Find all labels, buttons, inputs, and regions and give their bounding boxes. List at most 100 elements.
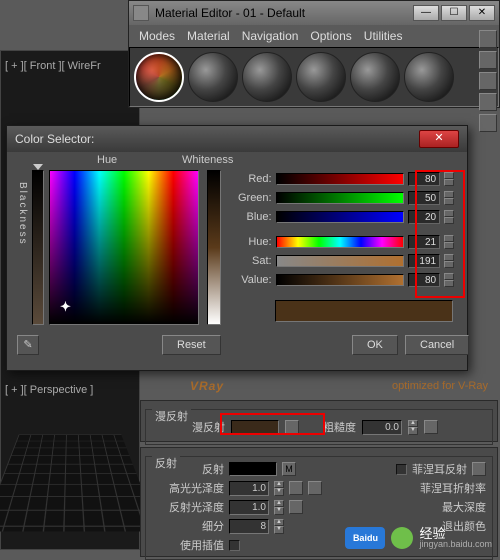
use-interp-checkbox[interactable]: [229, 540, 240, 551]
menu-utilities[interactable]: Utilities: [364, 29, 403, 43]
hue-label: Hue: [97, 154, 117, 166]
material-slot-4[interactable]: [296, 52, 346, 102]
vray-header: VRay optimized for V-Ray: [140, 375, 498, 397]
menu-navigation[interactable]: Navigation: [242, 29, 299, 43]
diffuse-map-button[interactable]: [285, 420, 299, 434]
value-label: Value:: [232, 274, 272, 286]
sat-spinner[interactable]: [444, 254, 454, 268]
hue-value[interactable]: 21: [408, 235, 440, 249]
material-slot-1[interactable]: [134, 52, 184, 102]
reset-button[interactable]: Reset: [162, 335, 221, 355]
roughness-map-button[interactable]: [424, 420, 438, 434]
reflect-gloss-spinner[interactable]: ▲▼: [274, 500, 284, 515]
subdiv-input[interactable]: [229, 519, 269, 534]
value-slider[interactable]: [276, 274, 405, 286]
material-slot-3[interactable]: [242, 52, 292, 102]
menu-bar: Modes Material Navigation Options Utilit…: [129, 25, 499, 47]
reflect-color-swatch[interactable]: [229, 462, 277, 476]
baidu-logo-icon: Baidu: [345, 527, 385, 549]
fresnel-checkbox[interactable]: [396, 464, 407, 475]
reflect-gloss-map-button[interactable]: [289, 500, 303, 514]
tool-uv-tile-icon[interactable]: [479, 93, 497, 111]
material-slot-5[interactable]: [350, 52, 400, 102]
diffuse-color-swatch[interactable]: [231, 420, 279, 434]
eyedropper-icon[interactable]: ✎: [17, 335, 39, 355]
reflect-map-button[interactable]: M: [282, 462, 296, 476]
red-value[interactable]: 80: [408, 172, 440, 186]
material-toolbar: [479, 26, 499, 136]
tool-sample-type-icon[interactable]: [479, 30, 497, 48]
hilite-gloss-spinner[interactable]: ▲▼: [274, 481, 284, 496]
tool-backlight-icon[interactable]: [479, 51, 497, 69]
blackness-slider[interactable]: [32, 170, 44, 325]
reflect-gloss-input[interactable]: [229, 500, 269, 515]
green-slider[interactable]: [276, 192, 405, 204]
hilite-gloss-map-button[interactable]: [308, 481, 322, 495]
app-icon: [133, 5, 149, 21]
sat-slider[interactable]: [276, 255, 405, 267]
roughness-input[interactable]: [362, 420, 402, 435]
menu-options[interactable]: Options: [310, 29, 351, 43]
color-selector-title: Color Selector:: [15, 132, 94, 146]
subdiv-spinner[interactable]: ▲▼: [274, 519, 284, 534]
minimize-button[interactable]: —: [413, 5, 439, 21]
roughness-label: 粗糙度: [323, 419, 356, 435]
red-slider[interactable]: [276, 173, 405, 185]
hilite-gloss-label: 高光光泽度: [152, 480, 224, 496]
viewport-front-label[interactable]: [ + ][ Front ][ WireFr: [5, 60, 101, 72]
color-field[interactable]: ✦: [49, 170, 199, 325]
material-slot-6[interactable]: [404, 52, 454, 102]
menu-material[interactable]: Material: [187, 29, 230, 43]
color-selector-titlebar[interactable]: Color Selector: ✕: [7, 126, 467, 152]
whiteness-slider[interactable]: [207, 170, 221, 325]
cancel-button[interactable]: Cancel: [405, 335, 469, 355]
ok-button[interactable]: OK: [352, 335, 398, 355]
red-label: Red:: [232, 173, 272, 185]
blue-value[interactable]: 20: [408, 210, 440, 224]
material-slot-2[interactable]: [188, 52, 238, 102]
vray-optimized-label: optimized for V-Ray: [392, 380, 488, 392]
diffuse-rollout: 漫反射 漫反射 粗糙度 ▲▼: [140, 400, 498, 442]
value-spinner[interactable]: [444, 273, 454, 287]
window-title: Material Editor - 01 - Default: [155, 6, 305, 20]
hue-spinner[interactable]: [444, 235, 454, 249]
menu-modes[interactable]: Modes: [139, 29, 175, 43]
material-slots: [129, 47, 499, 107]
vray-logo-text: VRay: [190, 379, 224, 393]
sat-label: Sat:: [232, 255, 272, 267]
green-spinner[interactable]: [444, 191, 454, 205]
material-editor-window: Material Editor - 01 - Default — ☐ ✕ Mod…: [128, 0, 500, 108]
color-selector-close-button[interactable]: ✕: [419, 130, 459, 148]
fresnel-lock-icon[interactable]: [472, 462, 486, 476]
hilite-gloss-input[interactable]: [229, 481, 269, 496]
red-spinner[interactable]: [444, 172, 454, 186]
green-value[interactable]: 50: [408, 191, 440, 205]
use-interp-label: 使用插值: [152, 537, 224, 553]
value-value[interactable]: 80: [408, 273, 440, 287]
hue-slider[interactable]: [276, 236, 405, 248]
sat-value[interactable]: 191: [408, 254, 440, 268]
watermark-url: jingyan.baidu.com: [419, 540, 492, 549]
hilite-gloss-lock-icon[interactable]: [289, 481, 303, 495]
reflect-gloss-label: 反射光泽度: [152, 499, 224, 515]
material-editor-titlebar[interactable]: Material Editor - 01 - Default — ☐ ✕: [129, 1, 499, 25]
watermark: Baidu 经验 jingyan.baidu.com: [345, 527, 492, 549]
blue-spinner[interactable]: [444, 210, 454, 224]
whiteness-label: Whiteness: [182, 154, 233, 166]
tool-background-icon[interactable]: [479, 72, 497, 90]
viewport-perspective-label[interactable]: [ + ][ Perspective ]: [5, 384, 93, 396]
green-label: Green:: [232, 192, 272, 204]
fresnel-label: 菲涅耳反射: [412, 461, 467, 477]
roughness-spinner[interactable]: ▲▼: [408, 420, 418, 435]
blue-label: Blue:: [232, 211, 272, 223]
max-depth-label: 最大深度: [442, 499, 486, 515]
reflect-group-label: 反射: [152, 455, 180, 471]
close-button[interactable]: ✕: [469, 5, 495, 21]
blue-slider[interactable]: [276, 211, 405, 223]
tool-video-check-icon[interactable]: [479, 114, 497, 132]
diffuse-group-label: 漫反射: [152, 408, 191, 424]
maximize-button[interactable]: ☐: [441, 5, 467, 21]
paw-icon: [391, 527, 413, 549]
sample-color-swatch[interactable]: [275, 300, 453, 322]
color-field-marker-icon[interactable]: ✦: [60, 299, 71, 315]
